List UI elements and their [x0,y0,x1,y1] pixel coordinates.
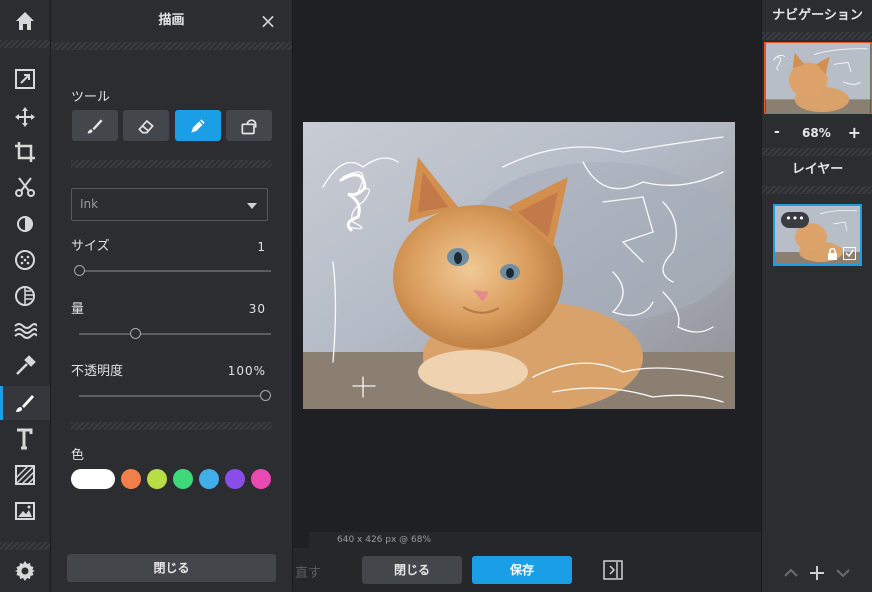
opacity-label: 不透明度 [71,364,124,379]
color-swatch[interactable] [251,469,271,489]
panel-divider [71,422,272,430]
undo-label[interactable]: 直す [295,562,321,581]
add-layer-icon[interactable] [808,564,826,582]
panel-divider [51,42,292,50]
chevron-down-icon [247,203,257,209]
color-swatch[interactable] [147,469,167,489]
close-panel-button[interactable]: 閉じる [67,554,276,582]
rail-divider [0,542,50,550]
pen-tool-button[interactable] [175,110,221,141]
color-swatch[interactable] [71,469,115,489]
cut-icon[interactable] [0,170,50,204]
zoom-level: 68% [802,126,831,140]
color-swatch[interactable] [199,469,219,489]
text-icon[interactable] [0,422,50,456]
eraser-icon [138,119,154,133]
size-label: サイズ [71,239,110,254]
home-icon[interactable] [0,4,50,38]
size-slider[interactable] [79,270,271,272]
opacity-value: 100% [227,364,266,378]
color-swatch[interactable] [225,469,245,489]
right-panel: ナビゲーション - 68% + レイヤー ••• [761,0,872,592]
move-icon[interactable] [0,100,50,134]
tool-rail [0,0,51,592]
color-swatch[interactable] [173,469,193,489]
amount-slider-thumb[interactable] [129,328,141,339]
wave-icon[interactable] [0,314,50,348]
layer-more-button[interactable]: ••• [781,212,809,228]
effect-icon[interactable] [0,279,50,313]
layers-title: レイヤー [791,162,844,177]
navigator-thumbnail[interactable] [764,42,872,114]
close-icon[interactable]: × [256,9,280,33]
eyedropper-icon[interactable] [0,349,50,383]
navigator-title: ナビゲーション [772,8,863,23]
navigator-divider [762,32,872,40]
lock-shape-icon [241,118,257,134]
amount-slider[interactable] [79,333,271,335]
canvas-size-text: 640 x 426 px @ 68% [337,535,432,545]
texture-icon[interactable] [0,458,50,492]
layer-actions [762,556,872,592]
tools-label: ツール [71,90,111,105]
zoom-out-button[interactable]: - [774,124,780,140]
zoom-controls: - 68% + [762,122,872,146]
brush-type-value: Ink [80,197,99,211]
chevron-down-icon[interactable] [834,564,852,582]
canvas-area[interactable]: 640 x 426 px @ 68% [293,0,761,548]
kitten-photo[interactable] [303,122,735,409]
adjust-icon[interactable] [0,62,50,96]
layers-divider [762,186,872,194]
gear-icon[interactable] [0,554,50,588]
rail-divider [0,40,50,48]
amount-label: 量 [71,302,85,317]
eraser-tool-button[interactable] [123,110,169,141]
lock-tool-button[interactable] [226,110,272,141]
panel-toggle-icon[interactable] [603,560,623,580]
brush-type-select[interactable]: Ink [71,188,268,221]
chevron-up-icon[interactable] [782,564,800,582]
filter-icon[interactable] [0,243,50,277]
draw-panel: 描画 × ツール Ink サイズ 1 量 30 不透明度 100% 色 閉じる [51,0,293,592]
brush-icon [87,118,103,133]
brush-tool-button[interactable] [72,110,118,141]
opacity-slider-thumb[interactable] [260,390,271,401]
crop-icon[interactable] [0,135,50,169]
lock-icon[interactable] [827,248,838,261]
close-button[interactable]: 閉じる [362,556,462,584]
color-label: 色 [71,448,85,463]
opacity-slider[interactable] [79,395,271,397]
image-icon[interactable] [0,494,50,528]
save-button[interactable]: 保存 [472,556,572,584]
layer-item[interactable]: ••• [773,204,862,266]
color-swatch[interactable] [121,469,141,489]
checkbox-icon[interactable] [843,247,856,260]
size-value: 1 [257,240,266,254]
size-slider-thumb[interactable] [74,265,85,276]
bottom-bar: 直す 閉じる 保存 [293,548,761,592]
draw-icon[interactable] [0,386,50,420]
brightness-icon[interactable] [0,207,50,241]
panel-divider [71,160,272,168]
pen-icon [191,118,205,133]
amount-value: 30 [248,302,266,316]
zoom-in-button[interactable]: + [848,123,861,142]
canvas-status: 640 x 426 px @ 68% [309,532,761,548]
